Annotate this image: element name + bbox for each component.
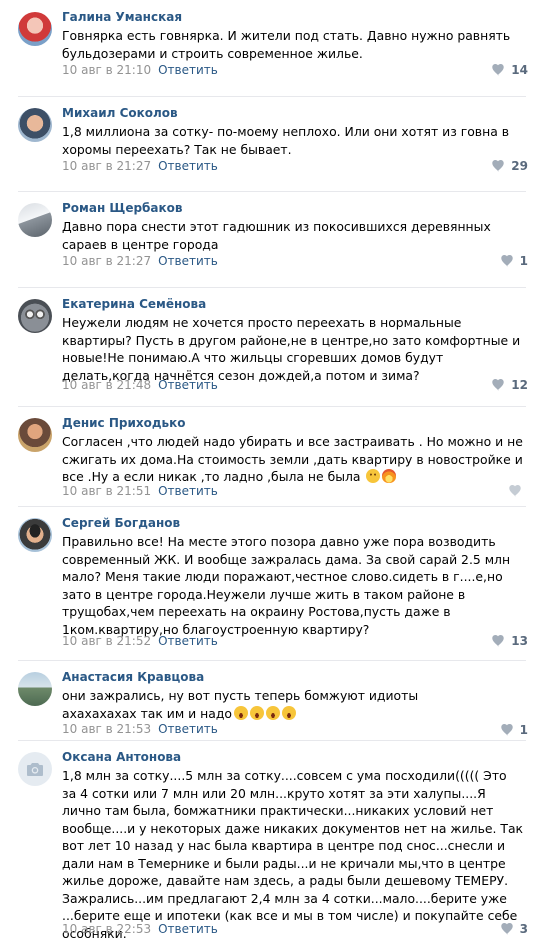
comment-meta: 10 авг в 22:53 Ответить bbox=[62, 922, 218, 936]
comment-date[interactable]: 10 авг в 21:27 bbox=[62, 159, 151, 173]
reply-button[interactable]: Ответить bbox=[158, 634, 218, 648]
comment-date[interactable]: 10 авг в 21:51 bbox=[62, 484, 151, 498]
avatar[interactable] bbox=[18, 299, 52, 333]
comment-meta: 10 авг в 21:51 Ответить bbox=[62, 484, 218, 498]
comment-author[interactable]: Екатерина Семёнова bbox=[62, 297, 206, 311]
heart-icon bbox=[509, 485, 521, 497]
comment-author[interactable]: Галина Уманская bbox=[62, 10, 182, 24]
comment-meta: 10 авг в 21:10 Ответить bbox=[62, 63, 218, 77]
like-count: 1 bbox=[519, 254, 528, 268]
like-button[interactable]: 12 bbox=[491, 378, 528, 392]
like-count: 13 bbox=[511, 634, 528, 648]
avatar[interactable] bbox=[18, 672, 52, 706]
comment-date[interactable]: 10 авг в 21:10 bbox=[62, 63, 151, 77]
reply-button[interactable]: Ответить bbox=[158, 159, 218, 173]
comment-text: 1,8 миллиона за сотку- по-моему неплохо.… bbox=[62, 124, 510, 157]
reply-button[interactable]: Ответить bbox=[158, 484, 218, 498]
comment-text: Давно пора снести этот гадюшник из покос… bbox=[62, 219, 491, 252]
comment-meta: 10 авг в 21:52 Ответить bbox=[62, 634, 218, 648]
like-button[interactable] bbox=[508, 485, 528, 497]
fire-icon bbox=[382, 469, 397, 483]
comment: Роман Щербаков Давно пора снести этот га… bbox=[0, 191, 544, 287]
comment: Анастасия Кравцова они зажрались, ну вот… bbox=[0, 660, 544, 740]
like-button[interactable]: 14 bbox=[491, 63, 528, 77]
reply-button[interactable]: Ответить bbox=[158, 378, 218, 392]
reply-button[interactable]: Ответить bbox=[158, 722, 218, 736]
comment: Галина Уманская Говнярка есть говнярка. … bbox=[0, 0, 544, 96]
comment-meta: 10 авг в 21:27 Ответить bbox=[62, 254, 218, 268]
comment-date[interactable]: 10 авг в 21:27 bbox=[62, 254, 151, 268]
like-button[interactable]: 29 bbox=[491, 159, 528, 173]
avatar[interactable] bbox=[18, 108, 52, 142]
comment-date[interactable]: 10 авг в 21:53 bbox=[62, 722, 151, 736]
comment: Сергей Богданов Правильно все! На месте … bbox=[0, 506, 544, 660]
comment-text: Согласен ,что людей надо убирать и все з… bbox=[62, 433, 524, 486]
heart-icon bbox=[500, 255, 513, 267]
avatar[interactable] bbox=[18, 203, 52, 237]
laughing-icon bbox=[281, 705, 296, 720]
smiley-icon bbox=[366, 469, 381, 483]
reply-button[interactable]: Ответить bbox=[158, 254, 218, 268]
heart-icon bbox=[492, 160, 505, 172]
comment-author[interactable]: Анастасия Кравцова bbox=[62, 670, 204, 684]
comment-text: Правильно все! На месте этого позора дав… bbox=[62, 534, 511, 637]
comment-meta: 10 авг в 21:53 Ответить bbox=[62, 722, 218, 736]
heart-icon bbox=[500, 724, 513, 736]
comment-date[interactable]: 10 авг в 22:53 bbox=[62, 922, 151, 936]
like-button[interactable]: 3 bbox=[500, 922, 528, 936]
comment-text: Говнярка есть говнярка. И жители под ста… bbox=[62, 28, 511, 61]
comment-author[interactable]: Сергей Богданов bbox=[62, 516, 180, 530]
comment: Оксана Антонова 1,8 млн за сотку....5 мл… bbox=[0, 740, 544, 951]
like-count: 12 bbox=[511, 378, 528, 392]
avatar[interactable] bbox=[18, 12, 52, 46]
heart-icon bbox=[492, 635, 505, 647]
laughing-icon bbox=[265, 705, 280, 720]
comment-author[interactable]: Оксана Антонова bbox=[62, 750, 181, 764]
camera-icon bbox=[27, 762, 43, 776]
avatar[interactable] bbox=[18, 418, 52, 452]
like-button[interactable]: 1 bbox=[500, 254, 528, 268]
comment-date[interactable]: 10 авг в 21:48 bbox=[62, 378, 151, 392]
like-count: 14 bbox=[511, 63, 528, 77]
comment-author[interactable]: Денис Приходько bbox=[62, 416, 186, 430]
comment-author[interactable]: Михаил Соколов bbox=[62, 106, 178, 120]
comment-text: 1,8 млн за сотку....5 млн за сотку....со… bbox=[62, 768, 524, 941]
comment-text: Неужели людям не хочется просто переехат… bbox=[62, 315, 521, 383]
laughing-icon bbox=[233, 705, 248, 720]
reply-button[interactable]: Ответить bbox=[158, 922, 218, 936]
heart-icon bbox=[492, 64, 505, 76]
comment-date[interactable]: 10 авг в 21:52 bbox=[62, 634, 151, 648]
heart-icon bbox=[500, 923, 513, 935]
like-count: 29 bbox=[511, 159, 528, 173]
comment-text-body: Согласен ,что людей надо убирать и все з… bbox=[62, 434, 523, 484]
comment-meta: 10 авг в 21:27 Ответить bbox=[62, 159, 218, 173]
like-count: 3 bbox=[519, 922, 528, 936]
like-count: 1 bbox=[519, 723, 528, 737]
comment-meta: 10 авг в 21:48 Ответить bbox=[62, 378, 218, 392]
like-button[interactable]: 13 bbox=[491, 634, 528, 648]
like-button[interactable]: 1 bbox=[500, 723, 528, 737]
comment: Михаил Соколов 1,8 миллиона за сотку- по… bbox=[0, 96, 544, 191]
comment-text: они зажрались, ну вот пусть теперь бомжу… bbox=[62, 687, 482, 722]
heart-icon bbox=[492, 379, 505, 391]
comment: Денис Приходько Согласен ,что людей надо… bbox=[0, 406, 544, 506]
reply-button[interactable]: Ответить bbox=[158, 63, 218, 77]
comment: Екатерина Семёнова Неужели людям не хоче… bbox=[0, 287, 544, 406]
laughing-icon bbox=[249, 705, 264, 720]
avatar[interactable] bbox=[18, 752, 52, 786]
comment-author[interactable]: Роман Щербаков bbox=[62, 201, 183, 215]
avatar[interactable] bbox=[18, 518, 52, 552]
